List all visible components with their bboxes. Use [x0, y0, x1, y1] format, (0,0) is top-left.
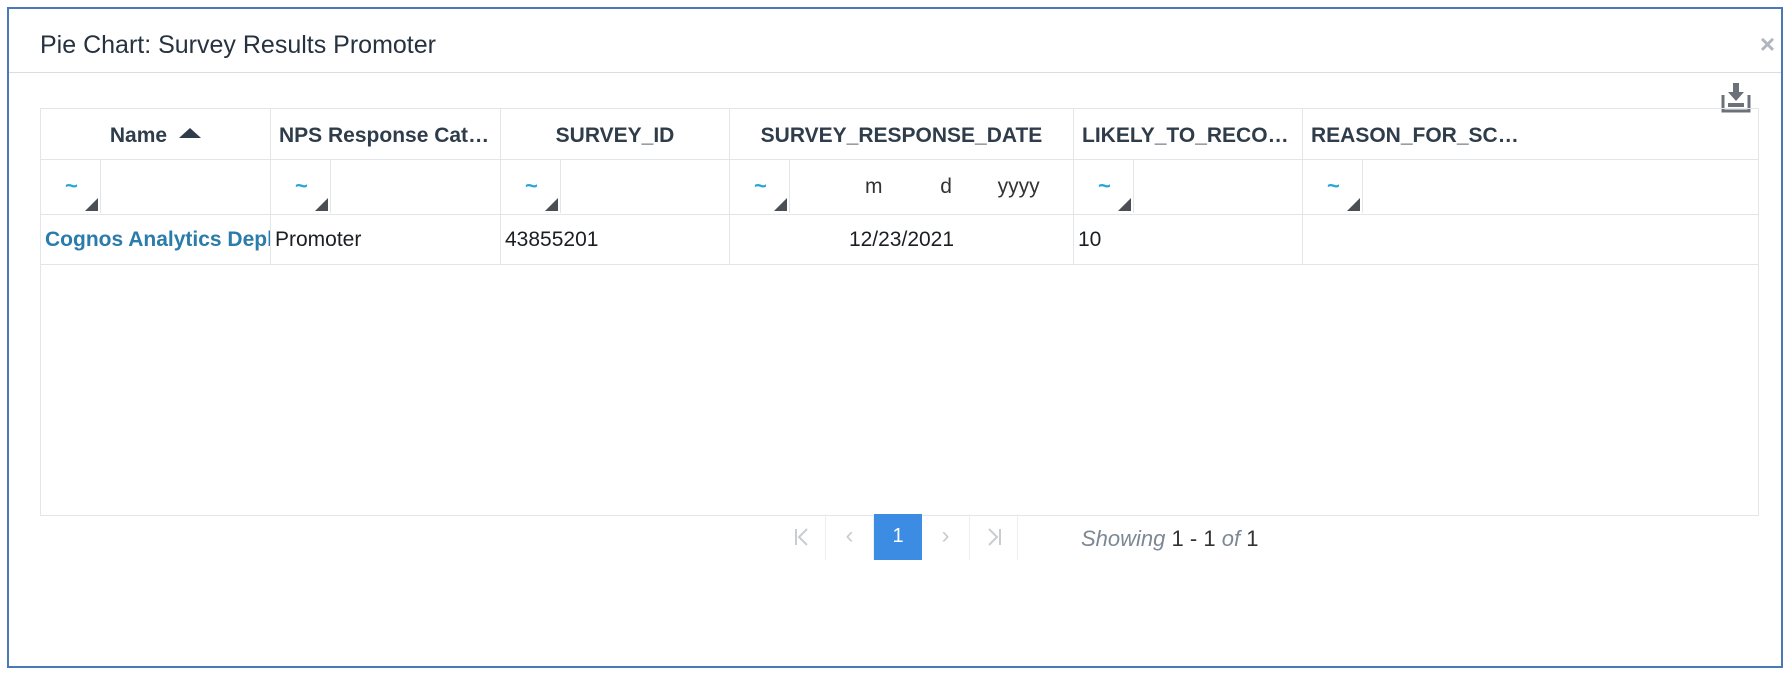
last-page-glyph: [987, 528, 1001, 546]
total-count: 1: [1246, 526, 1259, 551]
dialog-title: Pie Chart: Survey Results Promoter: [40, 31, 436, 59]
of-label: of: [1221, 526, 1241, 551]
dropdown-corner-icon: [1118, 198, 1131, 211]
filter-input-survey-id[interactable]: [563, 163, 727, 209]
filter-cell-nps-category: ~: [271, 159, 501, 214]
column-header-reason-for-score[interactable]: REASON_FOR_SCORE: [1303, 109, 1532, 159]
filter-operator-button[interactable]: ~: [271, 159, 331, 213]
date-day-placeholder[interactable]: d: [940, 175, 952, 199]
column-header-survey-id[interactable]: SURVEY_ID: [501, 109, 730, 159]
column-header-name[interactable]: Name: [41, 109, 271, 159]
column-header-likely-to-recommend[interactable]: LIKELY_TO_RECOMM...: [1074, 109, 1303, 159]
column-header-survey-response-date[interactable]: SURVEY_RESPONSE_DATE: [730, 109, 1074, 159]
filter-operator-button[interactable]: ~: [501, 159, 561, 213]
range-separator: -: [1189, 526, 1198, 551]
filter-tilde-icon: ~: [1327, 173, 1340, 198]
date-month-placeholder[interactable]: m: [865, 175, 883, 199]
cell-name-link[interactable]: Cognos Analytics Deployr: [41, 214, 271, 264]
last-page-icon[interactable]: [970, 514, 1018, 560]
first-page-icon[interactable]: [778, 514, 826, 560]
filter-tilde-icon: ~: [754, 173, 767, 198]
sort-ascending-icon: [179, 128, 202, 138]
filter-tilde-icon: ~: [295, 173, 308, 198]
pie-chart-details-dialog: Pie Chart: Survey Results Promoter × Nam…: [7, 7, 1783, 668]
filter-operator-button[interactable]: ~: [1074, 159, 1134, 213]
results-table: Name NPS Response Categ... SURVEY_ID SUR…: [40, 108, 1759, 516]
table-header-row: Name NPS Response Categ... SURVEY_ID SUR…: [41, 109, 1758, 160]
filter-cell-survey-id: ~: [501, 159, 730, 214]
filter-tilde-icon: ~: [1098, 173, 1111, 198]
date-filter-input[interactable]: m d yyyy: [865, 175, 1040, 199]
dropdown-corner-icon: [545, 198, 558, 211]
column-header-label: Name: [109, 124, 168, 147]
dropdown-corner-icon: [1347, 198, 1360, 211]
previous-page-icon[interactable]: ‹: [826, 514, 874, 560]
filter-cell-survey-response-date: ~ m d yyyy: [730, 159, 1074, 214]
filter-input-reason-for-score[interactable]: [1365, 163, 1529, 209]
filter-operator-button[interactable]: ~: [1303, 159, 1363, 213]
cell-nps-category: Promoter: [271, 214, 501, 264]
column-header-nps-category[interactable]: NPS Response Categ...: [271, 109, 501, 159]
page-button-current[interactable]: 1: [874, 514, 922, 560]
table-row: Cognos Analytics Deployr Promoter 438552…: [41, 214, 1758, 265]
date-year-placeholder[interactable]: yyyy: [998, 175, 1040, 199]
table-filter-row: ~ ~ ~ ~ m d yyyy ~ ~: [41, 159, 1758, 215]
filter-cell-reason-for-score: ~: [1303, 159, 1532, 214]
filter-operator-button[interactable]: ~: [41, 159, 101, 213]
cell-survey-id: 43855201: [501, 214, 730, 264]
filter-input-name[interactable]: [103, 163, 267, 209]
dialog-title-bar: Pie Chart: Survey Results Promoter ×: [9, 9, 1781, 73]
first-page-glyph: [794, 528, 808, 546]
close-icon[interactable]: ×: [1760, 31, 1775, 57]
filter-cell-name: ~: [41, 159, 271, 214]
filter-tilde-icon: ~: [65, 173, 78, 198]
filter-cell-likely-to-recommend: ~: [1074, 159, 1303, 214]
dropdown-corner-icon: [774, 198, 787, 211]
dropdown-corner-icon: [85, 198, 98, 211]
cell-survey-response-date: 12/23/2021: [730, 214, 1074, 264]
pagination-summary: Showing 1 - 1 of 1: [1081, 526, 1258, 552]
filter-operator-button[interactable]: ~: [730, 159, 790, 213]
range-to: 1: [1203, 526, 1216, 551]
showing-label: Showing: [1081, 526, 1166, 551]
filter-input-nps-category[interactable]: [333, 163, 497, 209]
next-page-icon[interactable]: ›: [922, 514, 970, 560]
filter-tilde-icon: ~: [525, 173, 538, 198]
cell-reason-for-score: [1303, 214, 1532, 264]
cell-likely-to-recommend: 10: [1074, 214, 1303, 264]
range-from: 1: [1171, 526, 1184, 551]
filter-input-likely-to-recommend[interactable]: [1136, 163, 1300, 209]
dropdown-corner-icon: [315, 198, 328, 211]
